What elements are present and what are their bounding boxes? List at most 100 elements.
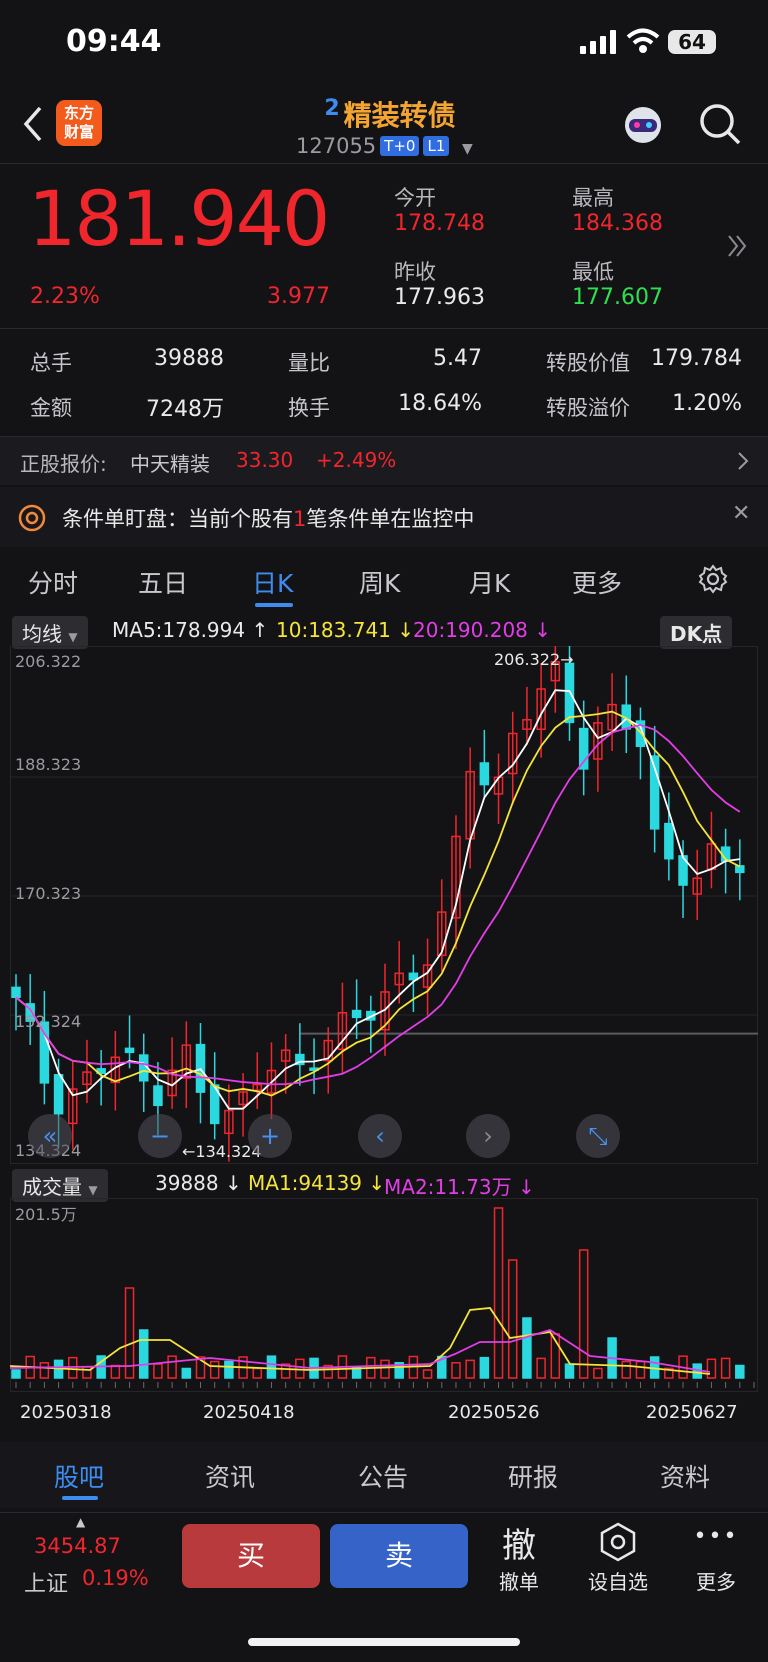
volume-bar — [380, 1359, 390, 1379]
low-label: 最低 — [572, 260, 614, 284]
status-time: 09:44 — [66, 24, 162, 59]
tab-daily-k[interactable]: 日K — [252, 564, 293, 600]
robot-assistant-icon[interactable] — [620, 102, 666, 146]
add-watchlist-label[interactable]: 设自选 — [578, 1566, 658, 1595]
stat-value-conv-value: 179.784 — [651, 346, 742, 371]
ma-selector[interactable]: 均线 ▼ — [12, 616, 88, 649]
stat-label-turnover: 换手 — [288, 396, 330, 420]
ma20-legend: 20:190.208 ↓ — [413, 618, 552, 642]
tab-weekly-k[interactable]: 周K — [359, 564, 400, 600]
volume-bar — [522, 1317, 532, 1379]
scroll-left-button[interactable]: ‹ — [358, 1114, 402, 1158]
tab-guba[interactable]: 股吧 — [54, 1458, 104, 1494]
candle-body — [153, 1085, 163, 1107]
divider — [0, 1512, 768, 1513]
volume-bar — [422, 1369, 433, 1379]
volume-bar — [153, 1363, 163, 1379]
candle-body — [351, 1009, 362, 1019]
buy-button[interactable]: 买 — [182, 1524, 320, 1588]
active-tab-indicator — [255, 603, 293, 607]
bond-code-line[interactable]: 127055 T+0 L1 ▼ — [296, 134, 473, 158]
ma5-line — [15, 689, 740, 1110]
back-icon[interactable] — [20, 104, 46, 144]
dk-point-button[interactable]: DK点 — [660, 616, 733, 649]
date-label-1: 20250418 — [203, 1402, 295, 1423]
bond-title: 2 精装转债 — [250, 94, 530, 134]
tab-announcements[interactable]: 公告 — [358, 1458, 408, 1494]
tab-profile[interactable]: 资料 — [660, 1458, 710, 1494]
cancel-order-label[interactable]: 撤单 — [484, 1566, 554, 1595]
index-expand-icon[interactable]: ▲ — [76, 1515, 85, 1529]
title-text: 精装转债 — [343, 99, 456, 132]
sell-button[interactable]: 卖 — [330, 1524, 468, 1588]
search-icon[interactable] — [698, 102, 742, 146]
conditional-order-notice[interactable]: 条件单盯盘：当前个股有1笔条件单在监控中 ✕ — [0, 487, 768, 547]
battery-indicator: 64 — [668, 30, 716, 54]
volume-bar — [124, 1287, 135, 1379]
wifi-icon — [626, 28, 660, 53]
add-watchlist-icon[interactable] — [598, 1522, 638, 1562]
candle-body — [408, 972, 419, 981]
stock-quote-row[interactable]: 正股报价: 中天精装 33.30 +2.49% — [0, 437, 768, 485]
volume-bar — [138, 1329, 149, 1379]
prev-close-value: 177.963 — [394, 285, 485, 310]
volume-chart[interactable] — [10, 1198, 758, 1392]
index-name: 上证 — [24, 1572, 69, 1597]
volume-bar — [181, 1367, 192, 1379]
stat-label-volume: 总手 — [30, 351, 72, 375]
signal-icon — [580, 30, 616, 54]
target-icon — [18, 504, 46, 532]
volume-bar — [11, 1369, 21, 1379]
more-label[interactable]: 更多 — [686, 1566, 746, 1595]
volume-bar — [167, 1355, 177, 1379]
volume-bar — [621, 1360, 632, 1379]
volume-bar — [564, 1363, 575, 1379]
ma10-legend: 10:183.741 ↓ — [276, 618, 415, 642]
price-axis-label-3: 152.324 — [15, 1012, 82, 1031]
gear-icon[interactable] — [698, 564, 728, 594]
date-label-3: 20250627 — [646, 1402, 738, 1423]
scroll-right-button[interactable]: › — [466, 1114, 510, 1158]
stock-quote-label: 正股报价: — [20, 452, 107, 476]
tab-monthly-k[interactable]: 月K — [469, 564, 510, 600]
tab-intraday[interactable]: 分时 — [28, 564, 78, 600]
close-icon[interactable]: ✕ — [732, 501, 750, 526]
stock-change: +2.49% — [316, 448, 397, 472]
price-axis-label-2: 170.323 — [15, 884, 82, 903]
candle-body — [735, 865, 745, 874]
candle-body — [664, 822, 674, 860]
tab-five-day[interactable]: 五日 — [138, 564, 188, 600]
volume-axis-label: 201.5万 — [15, 1205, 77, 1224]
volume-ma1-line — [10, 1307, 711, 1375]
tag-l1: L1 — [423, 136, 450, 156]
volume-bar — [224, 1360, 234, 1379]
index-change: 0.19% — [82, 1566, 149, 1590]
cancel-order-icon[interactable]: 撤 — [484, 1518, 554, 1567]
tab-more[interactable]: 更多 — [572, 564, 622, 600]
zoom-out-button[interactable]: − — [138, 1114, 182, 1158]
volume-bar — [39, 1362, 50, 1379]
current-price: 181.940 — [28, 174, 330, 263]
volume-bar — [252, 1367, 263, 1379]
kline-chart[interactable] — [10, 646, 758, 1164]
app-logo[interactable]: 东方 财富 — [56, 100, 102, 146]
more-icon[interactable]: ••• — [686, 1524, 746, 1549]
volume-bar — [479, 1356, 490, 1379]
change-pct: 2.23% — [30, 284, 100, 309]
home-indicator — [248, 1638, 520, 1646]
volume-bar — [706, 1358, 717, 1379]
expand-chevron-icon[interactable] — [726, 232, 748, 260]
zoom-in-button[interactable]: + — [248, 1114, 292, 1158]
stat-label-premium: 转股溢价 — [546, 396, 630, 420]
date-label-2: 20250526 — [448, 1402, 540, 1423]
volume-bar — [507, 1259, 518, 1379]
stat-value-volume: 39888 — [154, 346, 224, 371]
tab-news[interactable]: 资讯 — [205, 1458, 255, 1494]
volume-bar — [82, 1366, 92, 1379]
scroll-first-button[interactable]: « — [28, 1114, 72, 1158]
volume-ma2-legend: MA2:11.73万 ↓ — [384, 1175, 535, 1199]
bond-code: 127055 — [296, 134, 377, 158]
fullscreen-button[interactable]: ⤡ — [576, 1114, 620, 1158]
divider — [0, 328, 768, 329]
tab-research[interactable]: 研报 — [508, 1458, 558, 1494]
